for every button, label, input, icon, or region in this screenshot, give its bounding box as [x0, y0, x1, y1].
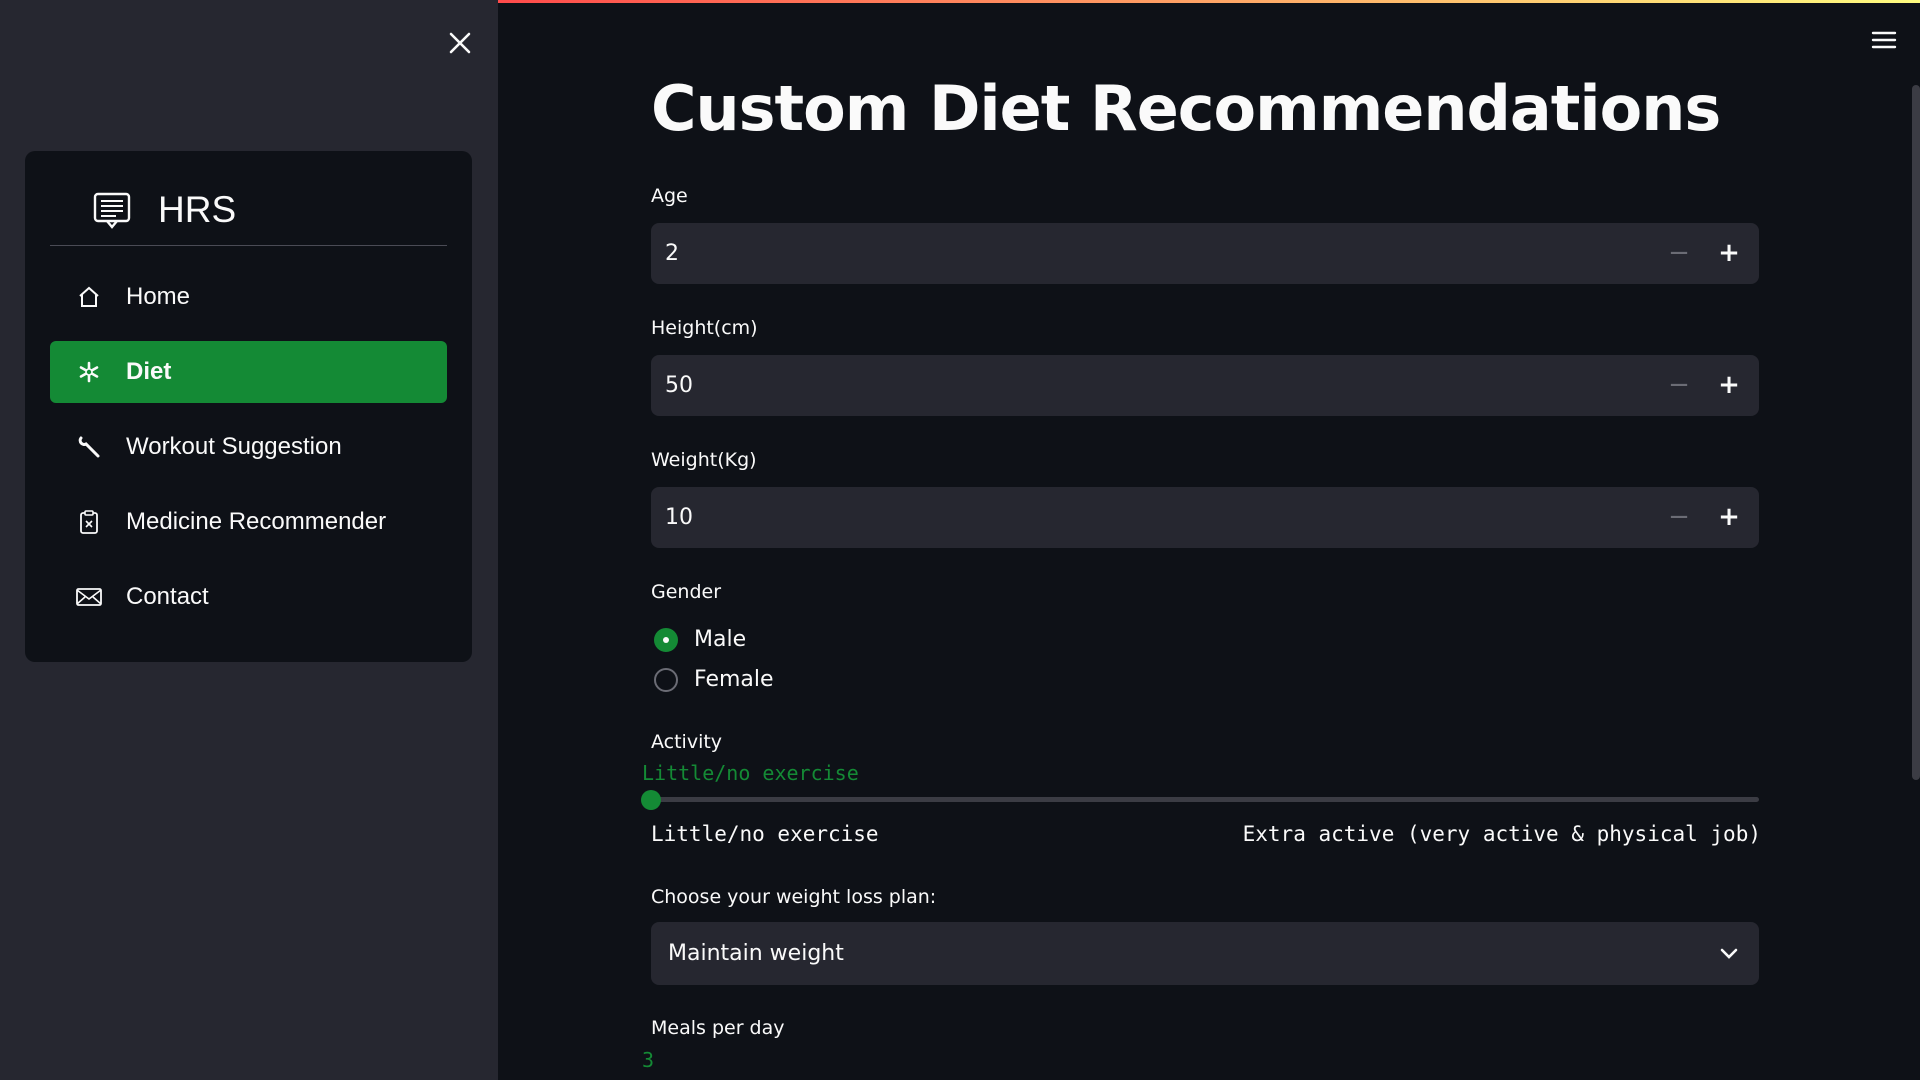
height-increment-button[interactable]: + [1709, 365, 1749, 405]
radio-circle [654, 667, 678, 692]
nav-item-home[interactable]: Home [50, 266, 447, 328]
meals-label: Meals per day [651, 1017, 785, 1039]
nav-item-label: Medicine Recommender [126, 508, 387, 535]
menu-logo-icon [93, 192, 131, 229]
sidebar: HRS Home Diet Workout Suggestion Medicin [0, 0, 498, 1080]
meals-current-value: 3 [642, 1048, 655, 1072]
activity-label: Activity [651, 731, 723, 753]
hamburger-icon [1871, 31, 1897, 49]
radio-circle [654, 627, 678, 652]
nav-item-contact[interactable]: Contact [50, 566, 447, 628]
height-label: Height(cm) [651, 317, 758, 339]
weight-decrement-button[interactable]: − [1659, 497, 1699, 537]
age-decrement-button[interactable]: − [1659, 233, 1699, 273]
age-increment-button[interactable]: + [1709, 233, 1749, 273]
radio-label: Female [694, 667, 774, 692]
height-decrement-button[interactable]: − [1659, 365, 1699, 405]
nav-item-label: Diet [126, 358, 172, 385]
radio-label: Male [694, 627, 747, 652]
age-label: Age [651, 185, 688, 207]
nav-item-diet[interactable]: Diet [50, 341, 447, 403]
activity-slider-track[interactable] [651, 797, 1759, 802]
nav-item-label: Contact [126, 583, 209, 610]
option-menu: HRS Home Diet Workout Suggestion Medicin [25, 151, 472, 662]
wrench-icon [74, 432, 104, 462]
menu-title: HRS [158, 189, 237, 230]
house-icon [74, 282, 104, 312]
close-sidebar-button[interactable] [441, 24, 479, 62]
height-input[interactable]: 50 − + [651, 355, 1759, 416]
gender-label: Gender [651, 581, 722, 603]
nav-item-label: Home [126, 283, 191, 310]
age-value: 2 [665, 241, 679, 266]
close-icon [449, 32, 471, 54]
activity-slider-thumb[interactable] [641, 790, 661, 810]
height-value: 50 [665, 373, 693, 398]
gender-radio-female[interactable]: Female [654, 667, 774, 692]
plan-select[interactable]: Maintain weight [651, 922, 1759, 985]
gender-radio-male[interactable]: Male [654, 627, 746, 652]
menu-header: HRS [50, 175, 447, 246]
activity-min-label: Little/no exercise [651, 822, 879, 846]
weight-input[interactable]: 10 − + [651, 487, 1759, 548]
plan-selected-value: Maintain weight [668, 941, 844, 966]
nav-item-workout[interactable]: Workout Suggestion [50, 416, 447, 478]
nav-item-medicine[interactable]: Medicine Recommender [50, 491, 447, 553]
asterisk-icon [74, 357, 104, 387]
weight-increment-button[interactable]: + [1709, 497, 1749, 537]
top-decoration-bar [498, 0, 1920, 3]
plan-label: Choose your weight loss plan: [651, 886, 937, 908]
nav-item-label: Workout Suggestion [126, 433, 342, 460]
scrollbar[interactable] [1912, 85, 1920, 780]
activity-current-value: Little/no exercise [642, 761, 859, 785]
envelope-icon [74, 582, 104, 612]
activity-max-label: Extra active (very active & physical job… [1242, 822, 1761, 846]
age-input[interactable]: 2 − + [651, 223, 1759, 284]
chevron-down-icon [1720, 948, 1738, 959]
main-menu-button[interactable] [1866, 22, 1902, 58]
weight-label: Weight(Kg) [651, 449, 757, 471]
clipboard-x-icon [74, 507, 104, 537]
weight-value: 10 [665, 505, 693, 530]
page-title: Custom Diet Recommendations [651, 72, 1721, 145]
